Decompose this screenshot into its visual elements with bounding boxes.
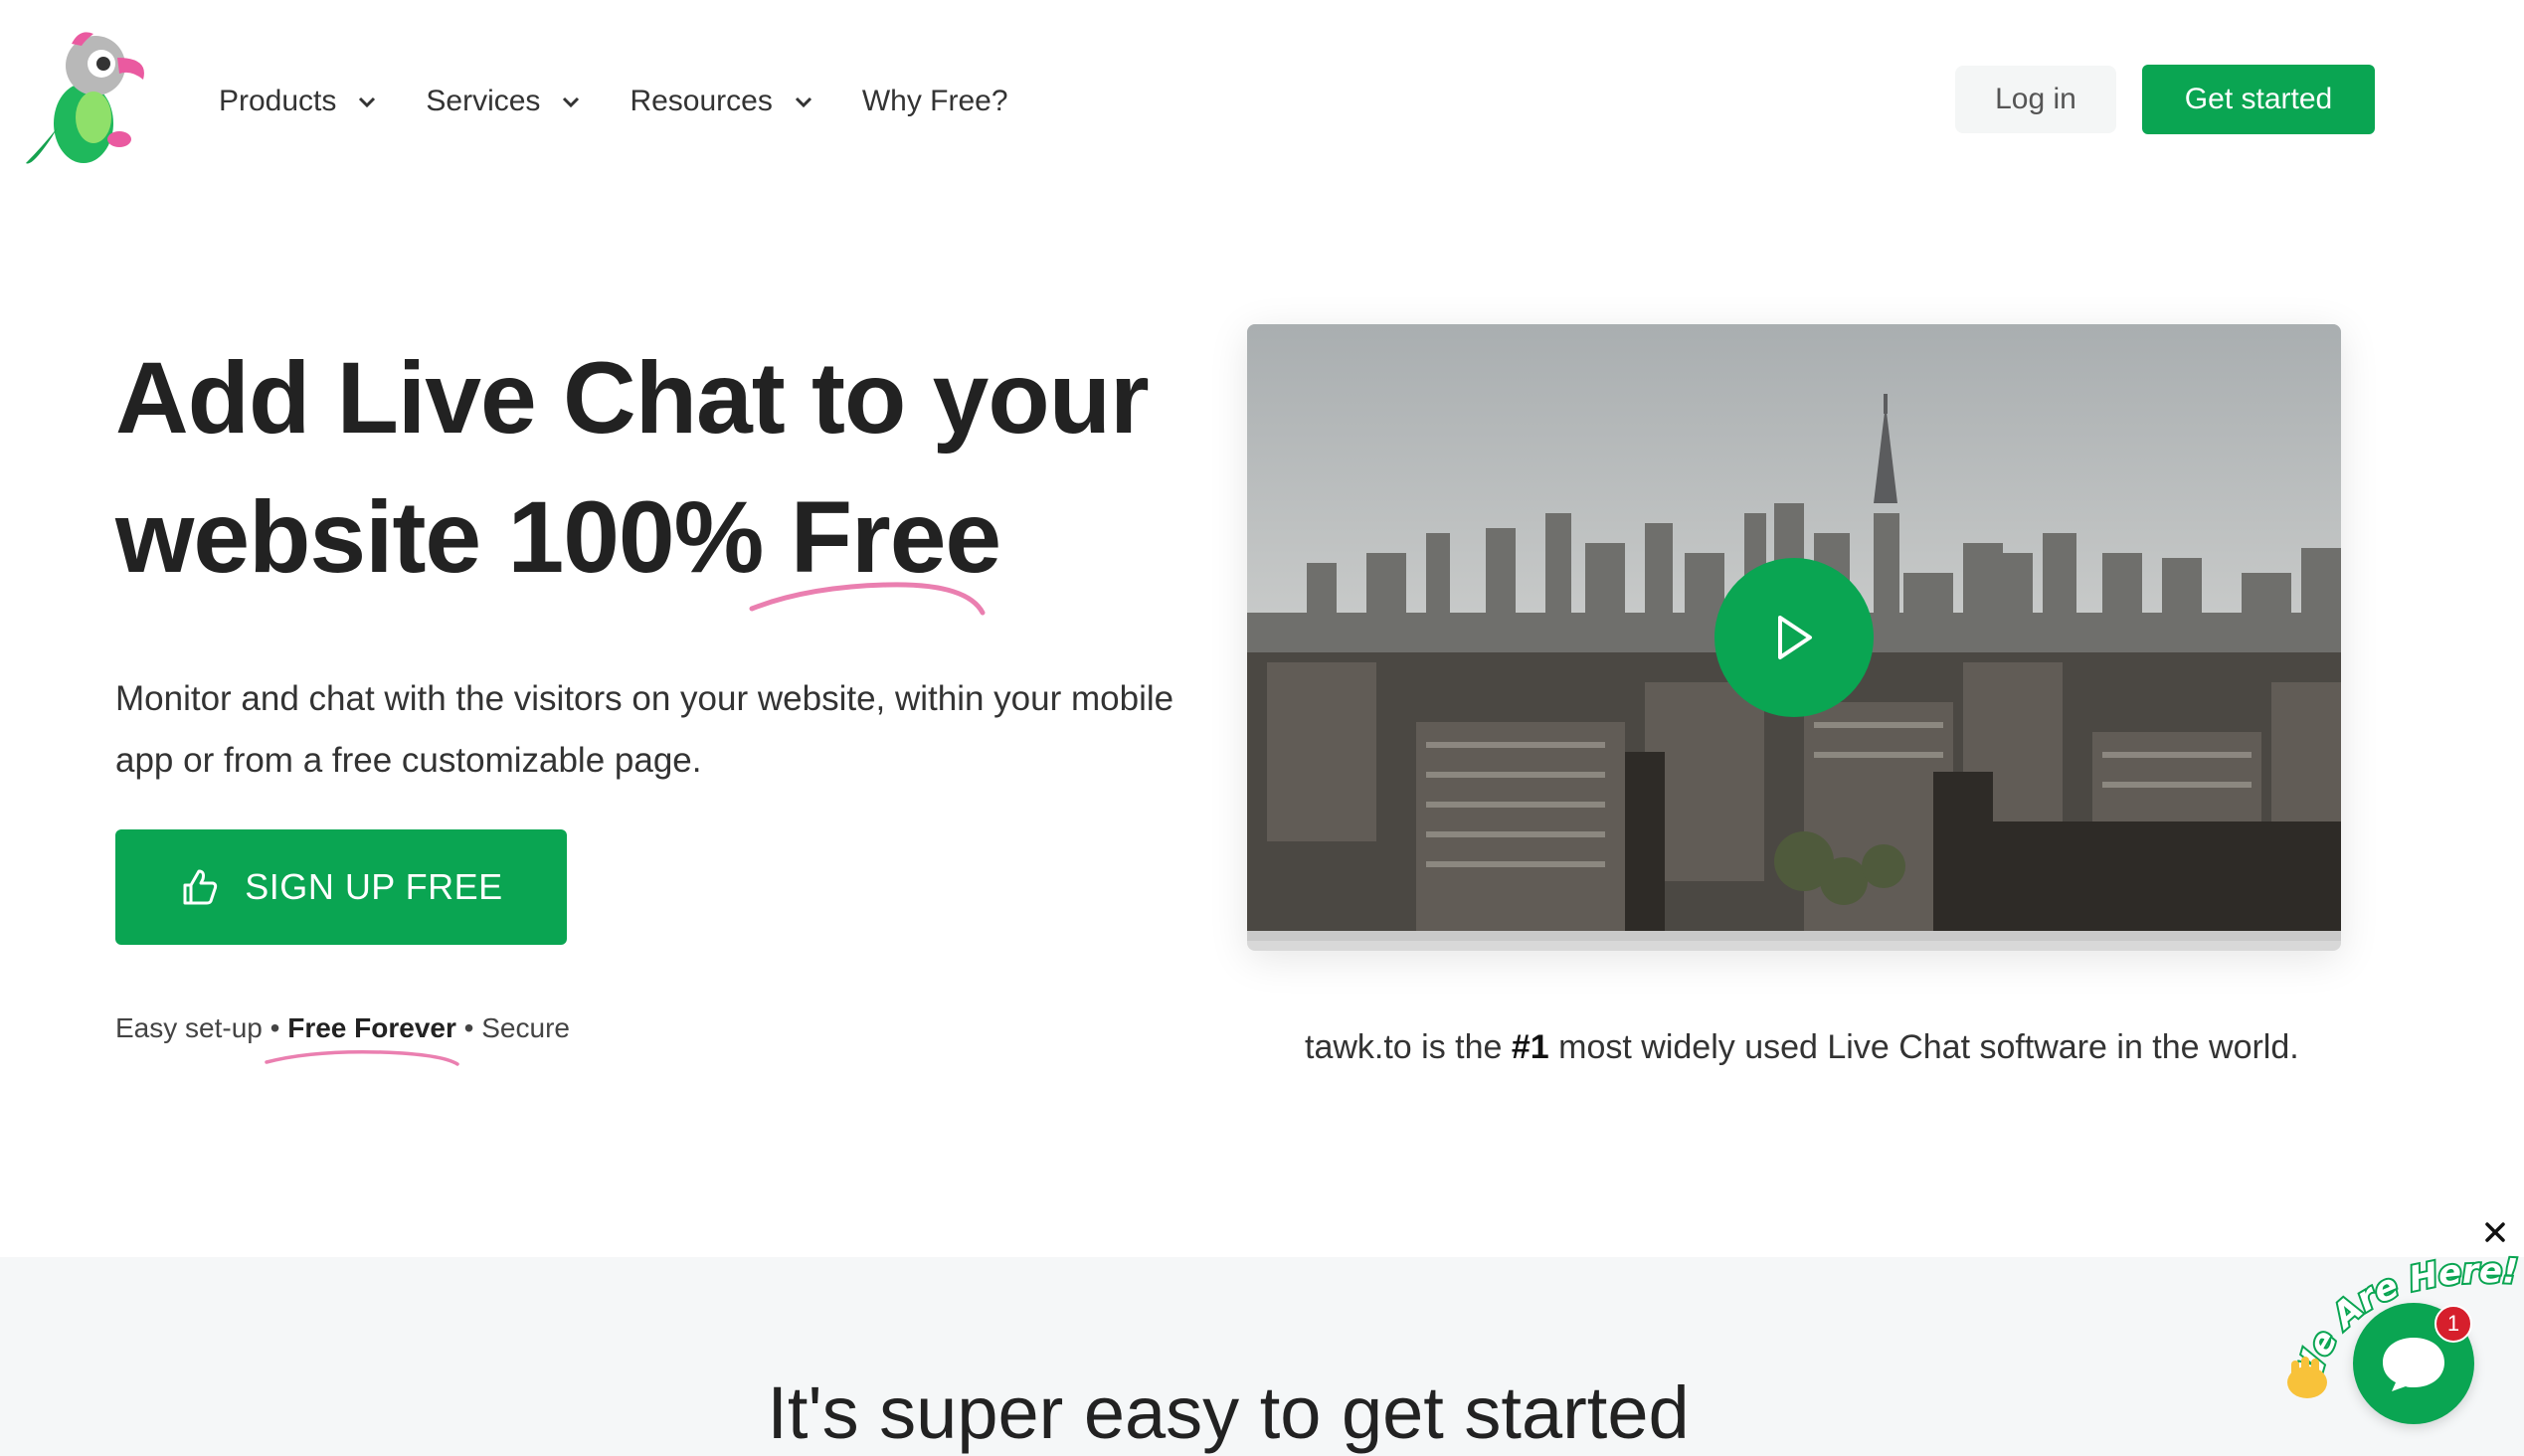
- nav-item-label: Resources: [630, 85, 773, 117]
- play-icon: [1778, 616, 1812, 659]
- play-button[interactable]: [1714, 558, 1874, 717]
- feature-free-forever: Free Forever: [287, 1012, 456, 1043]
- main-nav: Products Services Resources Why Free?: [219, 72, 1056, 131]
- unread-badge: 1: [2434, 1305, 2472, 1343]
- nav-item-why-free[interactable]: Why Free?: [862, 85, 1008, 118]
- video-caption: tawk.to is the #1 most widely used Live …: [1305, 1028, 2299, 1067]
- chevron-down-icon: [563, 96, 580, 108]
- hero-title-line2: website 100% Free: [115, 480, 1001, 594]
- nav-item-products[interactable]: Products: [219, 85, 378, 118]
- chevron-down-icon: [359, 96, 376, 108]
- nav-item-label: Services: [426, 85, 541, 117]
- feature-easy-setup: Easy set-up: [115, 1012, 263, 1043]
- sign-up-label: SIGN UP FREE: [245, 866, 503, 907]
- feature-secure: Secure: [481, 1012, 570, 1043]
- chevron-down-icon: [795, 96, 811, 108]
- pink-underline-decoration: [265, 1049, 459, 1066]
- nav-item-label: Products: [219, 85, 337, 117]
- caption-prefix: tawk.to is the: [1305, 1028, 1512, 1066]
- features-line: Easy set-up • Free Forever • Secure: [115, 1012, 570, 1044]
- nav-item-services[interactable]: Services: [426, 85, 582, 118]
- thumbs-up-icon: [183, 869, 218, 905]
- pink-underline-decoration: [749, 582, 986, 616]
- hero-title-line1: Add Live Chat to your: [115, 341, 1150, 455]
- caption-suffix: most widely used Live Chat software in t…: [1548, 1028, 2299, 1066]
- page: Products Services Resources Why Free? Lo…: [0, 0, 2524, 1456]
- site-header: Products Services Resources Why Free? Lo…: [0, 0, 2524, 199]
- feature-separator: •: [270, 1012, 280, 1043]
- hero-description: Monitor and chat with the visitors on yo…: [115, 679, 1174, 780]
- nav-item-resources[interactable]: Resources: [630, 85, 813, 118]
- feature-separator: •: [463, 1012, 474, 1043]
- get-started-button[interactable]: Get started: [2142, 65, 2375, 134]
- hero-title: Add Live Chat to your website 100% Free: [115, 328, 1229, 607]
- sign-up-free-button[interactable]: SIGN UP FREE: [115, 829, 567, 945]
- nav-item-label: Why Free?: [861, 85, 1008, 117]
- caption-highlight: #1: [1511, 1028, 1549, 1066]
- login-button[interactable]: Log in: [1955, 66, 2116, 133]
- chat-icon: [2383, 1338, 2444, 1391]
- parrot-logo[interactable]: [22, 28, 155, 169]
- hero-video[interactable]: [1247, 324, 2341, 951]
- section-title: It's super easy to get started: [767, 1371, 1690, 1454]
